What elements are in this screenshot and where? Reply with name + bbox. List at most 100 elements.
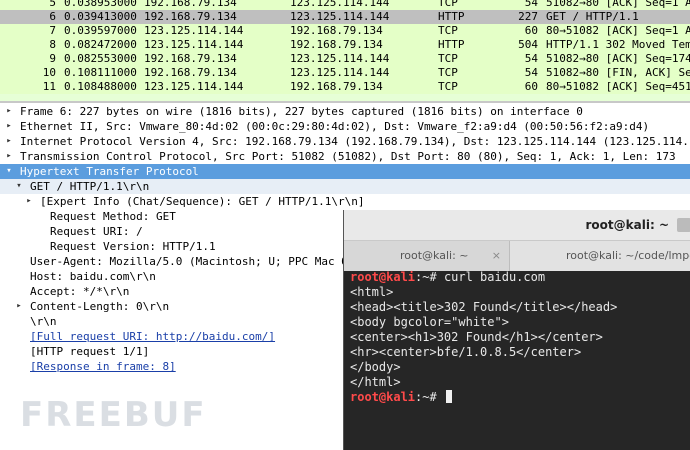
expand-right-icon[interactable]: ▸	[4, 119, 14, 134]
prompt-path: :~#	[415, 270, 444, 284]
packet-list: 5 0.038953000 192.168.79.134 123.125.114.14…	[0, 0, 690, 101]
text-cursor	[445, 390, 452, 403]
detail-text: Frame 6: 227 bytes on wire (1816 bits), …	[20, 105, 583, 118]
packet-cell-time: 0.038953000	[64, 0, 137, 9]
prompt-user: root@kali	[350, 270, 416, 284]
detail-text: Internet Protocol Version 4, Src: 192.16…	[20, 135, 689, 148]
packet-cell-proto: TCP	[438, 66, 458, 79]
packet-row[interactable]: 7 0.039597000 123.125.114.144 192.168.79.13…	[0, 24, 690, 38]
packet-cell-len: 54	[524, 0, 538, 9]
packet-cell-src: 192.168.79.134	[144, 0, 237, 9]
close-icon[interactable]	[677, 218, 690, 232]
detail-row[interactable]: ▸ Internet Protocol Version 4, Src: 192.1…	[0, 134, 690, 149]
packet-row[interactable]: 6 0.039413000 192.168.79.134 123.125.114.14…	[0, 10, 690, 24]
detail-text: Content-Length: 0\r\n	[30, 300, 170, 313]
expand-down-icon[interactable]: ▾	[14, 179, 24, 194]
terminal-tab-label: root@kali: ~/code/lmp-	[566, 249, 690, 262]
terminal-tab-1[interactable]: root@kali: ~ ×	[344, 241, 510, 271]
packet-row[interactable]: 9 0.082553000 192.168.79.134 123.125.114.14…	[0, 52, 690, 66]
terminal-output-line: </html>	[350, 375, 401, 389]
packet-cell-info: 80→51082 [ACK] Seq=451	[546, 80, 690, 93]
packet-cell-dst: 123.125.114.144	[290, 52, 390, 65]
detail-text: Ethernet II, Src: Vmware_80:4d:02 (00:0c…	[20, 120, 650, 133]
packet-cell-no: 11	[42, 80, 56, 93]
packet-row[interactable]: 5 0.038953000 192.168.79.134 123.125.114.14…	[0, 0, 690, 10]
packet-cell-dst: 192.168.79.134	[290, 24, 383, 37]
detail-text: Request Method: GET	[50, 210, 176, 223]
packet-cell-time: 0.082553000	[64, 52, 137, 65]
detail-row[interactable]: ▸ Transmission Control Protocol, Src Port…	[0, 149, 690, 164]
watermark-logo: FREEBUF	[20, 395, 207, 435]
packet-row[interactable]: 8 0.082472000 123.125.114.144 192.168.79.13…	[0, 38, 690, 52]
terminal-window: root@kali: ~ root@kali: ~ × root@kali: ~…	[343, 210, 690, 450]
terminal-output-line: <body bgcolor="white">	[350, 315, 509, 329]
detail-row[interactable]: ▸ Frame 6: 227 bytes on wire (1816 bits),…	[0, 104, 690, 119]
packet-cell-no: 5	[49, 0, 56, 9]
packet-row[interactable]: 10 0.108111000 192.168.79.134 123.125.114.1…	[0, 66, 690, 80]
detail-row[interactable]: ▾ Hypertext Transfer Protocol	[0, 164, 690, 179]
packet-cell-no: 10	[42, 66, 56, 79]
terminal-prompt-line: root@kali:~#	[350, 390, 690, 405]
packet-cell-no: 8	[49, 38, 56, 51]
detail-text: [Expert Info (Chat/Sequence): GET / HTTP…	[40, 195, 365, 208]
packet-cell-dst: 123.125.114.144	[290, 66, 390, 79]
packet-cell-len: 54	[524, 66, 538, 79]
packet-cell-len: 60	[524, 24, 538, 37]
packet-cell-time: 0.082472000	[64, 38, 137, 51]
packet-cell-len: 504	[518, 38, 538, 51]
expand-right-icon[interactable]: ▸	[4, 134, 14, 149]
packet-cell-info: GET / HTTP/1.1	[546, 10, 639, 23]
terminal-tab-label: root@kali: ~	[400, 249, 469, 262]
packet-cell-info: 51082→80 [ACK] Seq=174	[546, 52, 690, 65]
expand-down-icon[interactable]: ▾	[4, 164, 14, 179]
packet-cell-info: 51082→80 [ACK] Seq=1 A	[546, 0, 690, 9]
detail-row[interactable]: ▸ Ethernet II, Src: Vmware_80:4d:02 (00:0…	[0, 119, 690, 134]
detail-row[interactable]: ▾ GET / HTTP/1.1\r\n	[0, 179, 690, 194]
detail-text: [HTTP request 1/1]	[30, 345, 150, 358]
packet-cell-src: 123.125.114.144	[144, 38, 244, 51]
detail-text: \r\n	[30, 315, 57, 328]
terminal-output-line: <center><h1>302 Found</h1></center>	[350, 330, 603, 344]
packet-cell-len: 60	[524, 80, 538, 93]
prompt-user: root@kali	[350, 390, 416, 404]
expand-right-icon[interactable]: ▸	[4, 149, 14, 164]
command-text: curl baidu.com	[443, 270, 546, 284]
packet-cell-proto: TCP	[438, 24, 458, 37]
packet-cell-dst: 123.125.114.144	[290, 0, 390, 9]
terminal-command-line: root@kali:~# curl baidu.com	[350, 270, 690, 285]
terminal-titlebar[interactable]: root@kali: ~	[344, 210, 690, 241]
terminal-title: root@kali: ~	[585, 218, 669, 232]
packet-cell-time: 0.108488000	[64, 80, 137, 93]
packet-cell-proto: HTTP	[438, 10, 465, 23]
packet-cell-dst: 123.125.114.144	[290, 10, 390, 23]
packet-cell-len: 227	[518, 10, 538, 23]
packet-cell-no: 7	[49, 24, 56, 37]
packet-cell-proto: HTTP	[438, 38, 465, 51]
packet-cell-no: 6	[49, 10, 56, 23]
detail-link[interactable]: [Response in frame: 8]	[30, 359, 176, 374]
expand-right-icon[interactable]: ▸	[14, 299, 24, 314]
packet-cell-info: HTTP/1.1 302 Moved Tem	[546, 38, 690, 51]
detail-row[interactable]: ▸ [Expert Info (Chat/Sequence): GET / HTT…	[0, 194, 690, 209]
terminal-output-line: </body>	[350, 360, 401, 374]
terminal-tab-bar: root@kali: ~ × root@kali: ~/code/lmp-	[344, 241, 690, 271]
expand-right-icon[interactable]: ▸	[4, 104, 14, 119]
packet-cell-proto: TCP	[438, 0, 458, 9]
tab-close-icon[interactable]: ×	[492, 241, 501, 271]
terminal-output-line: <hr><center>bfe/1.0.8.5</center>	[350, 345, 582, 359]
detail-text: Host: baidu.com\r\n	[30, 270, 156, 283]
detail-text: Request URI: /	[50, 225, 143, 238]
packet-cell-info: 80→51082 [ACK] Seq=1 A	[546, 24, 690, 37]
terminal-output[interactable]: root@kali:~# curl baidu.com <html> <head>…	[350, 270, 690, 405]
packet-cell-proto: TCP	[438, 80, 458, 93]
packet-cell-no: 9	[49, 52, 56, 65]
packet-cell-time: 0.039597000	[64, 24, 137, 37]
packet-cell-dst: 192.168.79.134	[290, 80, 383, 93]
packet-row[interactable]: 11 0.108488000 123.125.114.144 192.168.79.1…	[0, 80, 690, 94]
packet-cell-src: 192.168.79.134	[144, 66, 237, 79]
detail-text: GET / HTTP/1.1\r\n	[30, 180, 150, 193]
detail-text: Accept: */*\r\n	[30, 285, 130, 298]
terminal-tab-2[interactable]: root@kali: ~/code/lmp-	[510, 241, 690, 271]
detail-link[interactable]: [Full request URI: http://baidu.com/]	[30, 329, 275, 344]
expand-right-icon[interactable]: ▸	[24, 194, 34, 209]
